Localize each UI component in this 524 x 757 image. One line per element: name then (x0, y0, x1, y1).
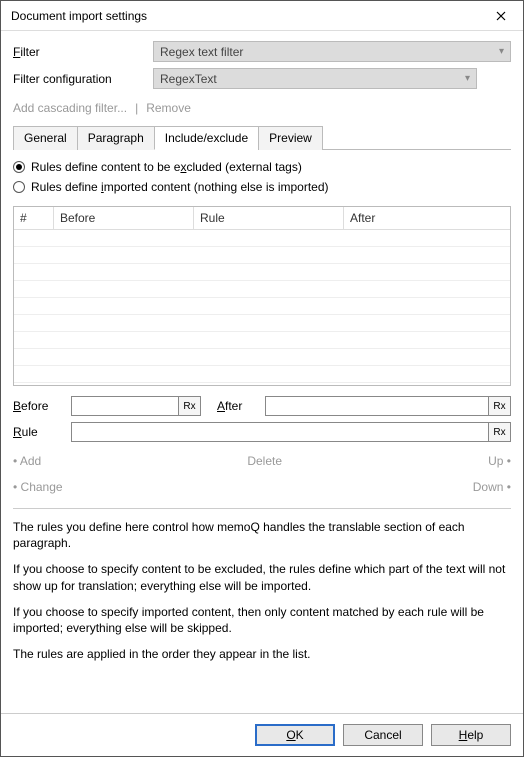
filter-links: Add cascading filter... | Remove (13, 101, 511, 115)
before-input[interactable]: Rx (71, 396, 201, 416)
ok-button[interactable]: OK (255, 724, 335, 746)
help-button[interactable]: Help (431, 724, 511, 746)
radio-excluded[interactable]: Rules define content to be excluded (ext… (13, 160, 511, 174)
up-action[interactable]: Up (488, 454, 511, 468)
grid-header: # Before Rule After (14, 207, 510, 230)
col-num[interactable]: # (14, 207, 54, 229)
radio-icon (13, 161, 25, 173)
chevron-down-icon: ▾ (499, 46, 504, 57)
radio-imported[interactable]: Rules define imported content (nothing e… (13, 180, 511, 194)
radio-icon (13, 181, 25, 193)
filter-label: Filter (13, 45, 153, 59)
col-rule[interactable]: Rule (194, 207, 344, 229)
rx-button[interactable]: Rx (488, 423, 510, 441)
tab-include-exclude[interactable]: Include/exclude (154, 126, 259, 150)
cancel-button[interactable]: Cancel (343, 724, 423, 746)
close-icon (496, 11, 506, 21)
chevron-down-icon: ▾ (465, 73, 470, 84)
grid-body (14, 230, 510, 385)
after-input[interactable]: Rx (265, 396, 511, 416)
tabstrip: General Paragraph Include/exclude Previe… (13, 125, 511, 150)
remove-link[interactable]: Remove (146, 101, 191, 115)
add-action[interactable]: Add (13, 454, 41, 468)
window-title: Document import settings (11, 9, 479, 23)
help-text: The rules you define here control how me… (13, 519, 511, 672)
rule-input[interactable]: Rx (71, 422, 511, 442)
titlebar: Document import settings (1, 1, 523, 31)
down-action[interactable]: Down (473, 480, 511, 494)
rx-button[interactable]: Rx (488, 397, 510, 415)
col-before[interactable]: Before (54, 207, 194, 229)
tab-general[interactable]: General (13, 126, 78, 150)
change-action[interactable]: Change (13, 480, 63, 494)
tab-preview[interactable]: Preview (258, 126, 323, 150)
filter-combo[interactable]: Regex text filter ▾ (153, 41, 511, 62)
rule-label: Rule (13, 425, 63, 439)
filter-config-combo[interactable]: RegexText ▾ (153, 68, 477, 89)
rules-grid[interactable]: # Before Rule After (13, 206, 511, 386)
add-cascading-link[interactable]: Add cascading filter... (13, 101, 127, 115)
col-after[interactable]: After (344, 207, 510, 229)
filter-config-label: Filter configuration (13, 72, 153, 86)
delete-action[interactable]: Delete (247, 454, 282, 468)
footer: OK Cancel Help (1, 713, 523, 756)
tab-paragraph[interactable]: Paragraph (77, 126, 155, 150)
before-label: Before (13, 399, 63, 413)
rx-button[interactable]: Rx (178, 397, 200, 415)
after-label: After (217, 399, 257, 413)
close-button[interactable] (479, 1, 523, 31)
